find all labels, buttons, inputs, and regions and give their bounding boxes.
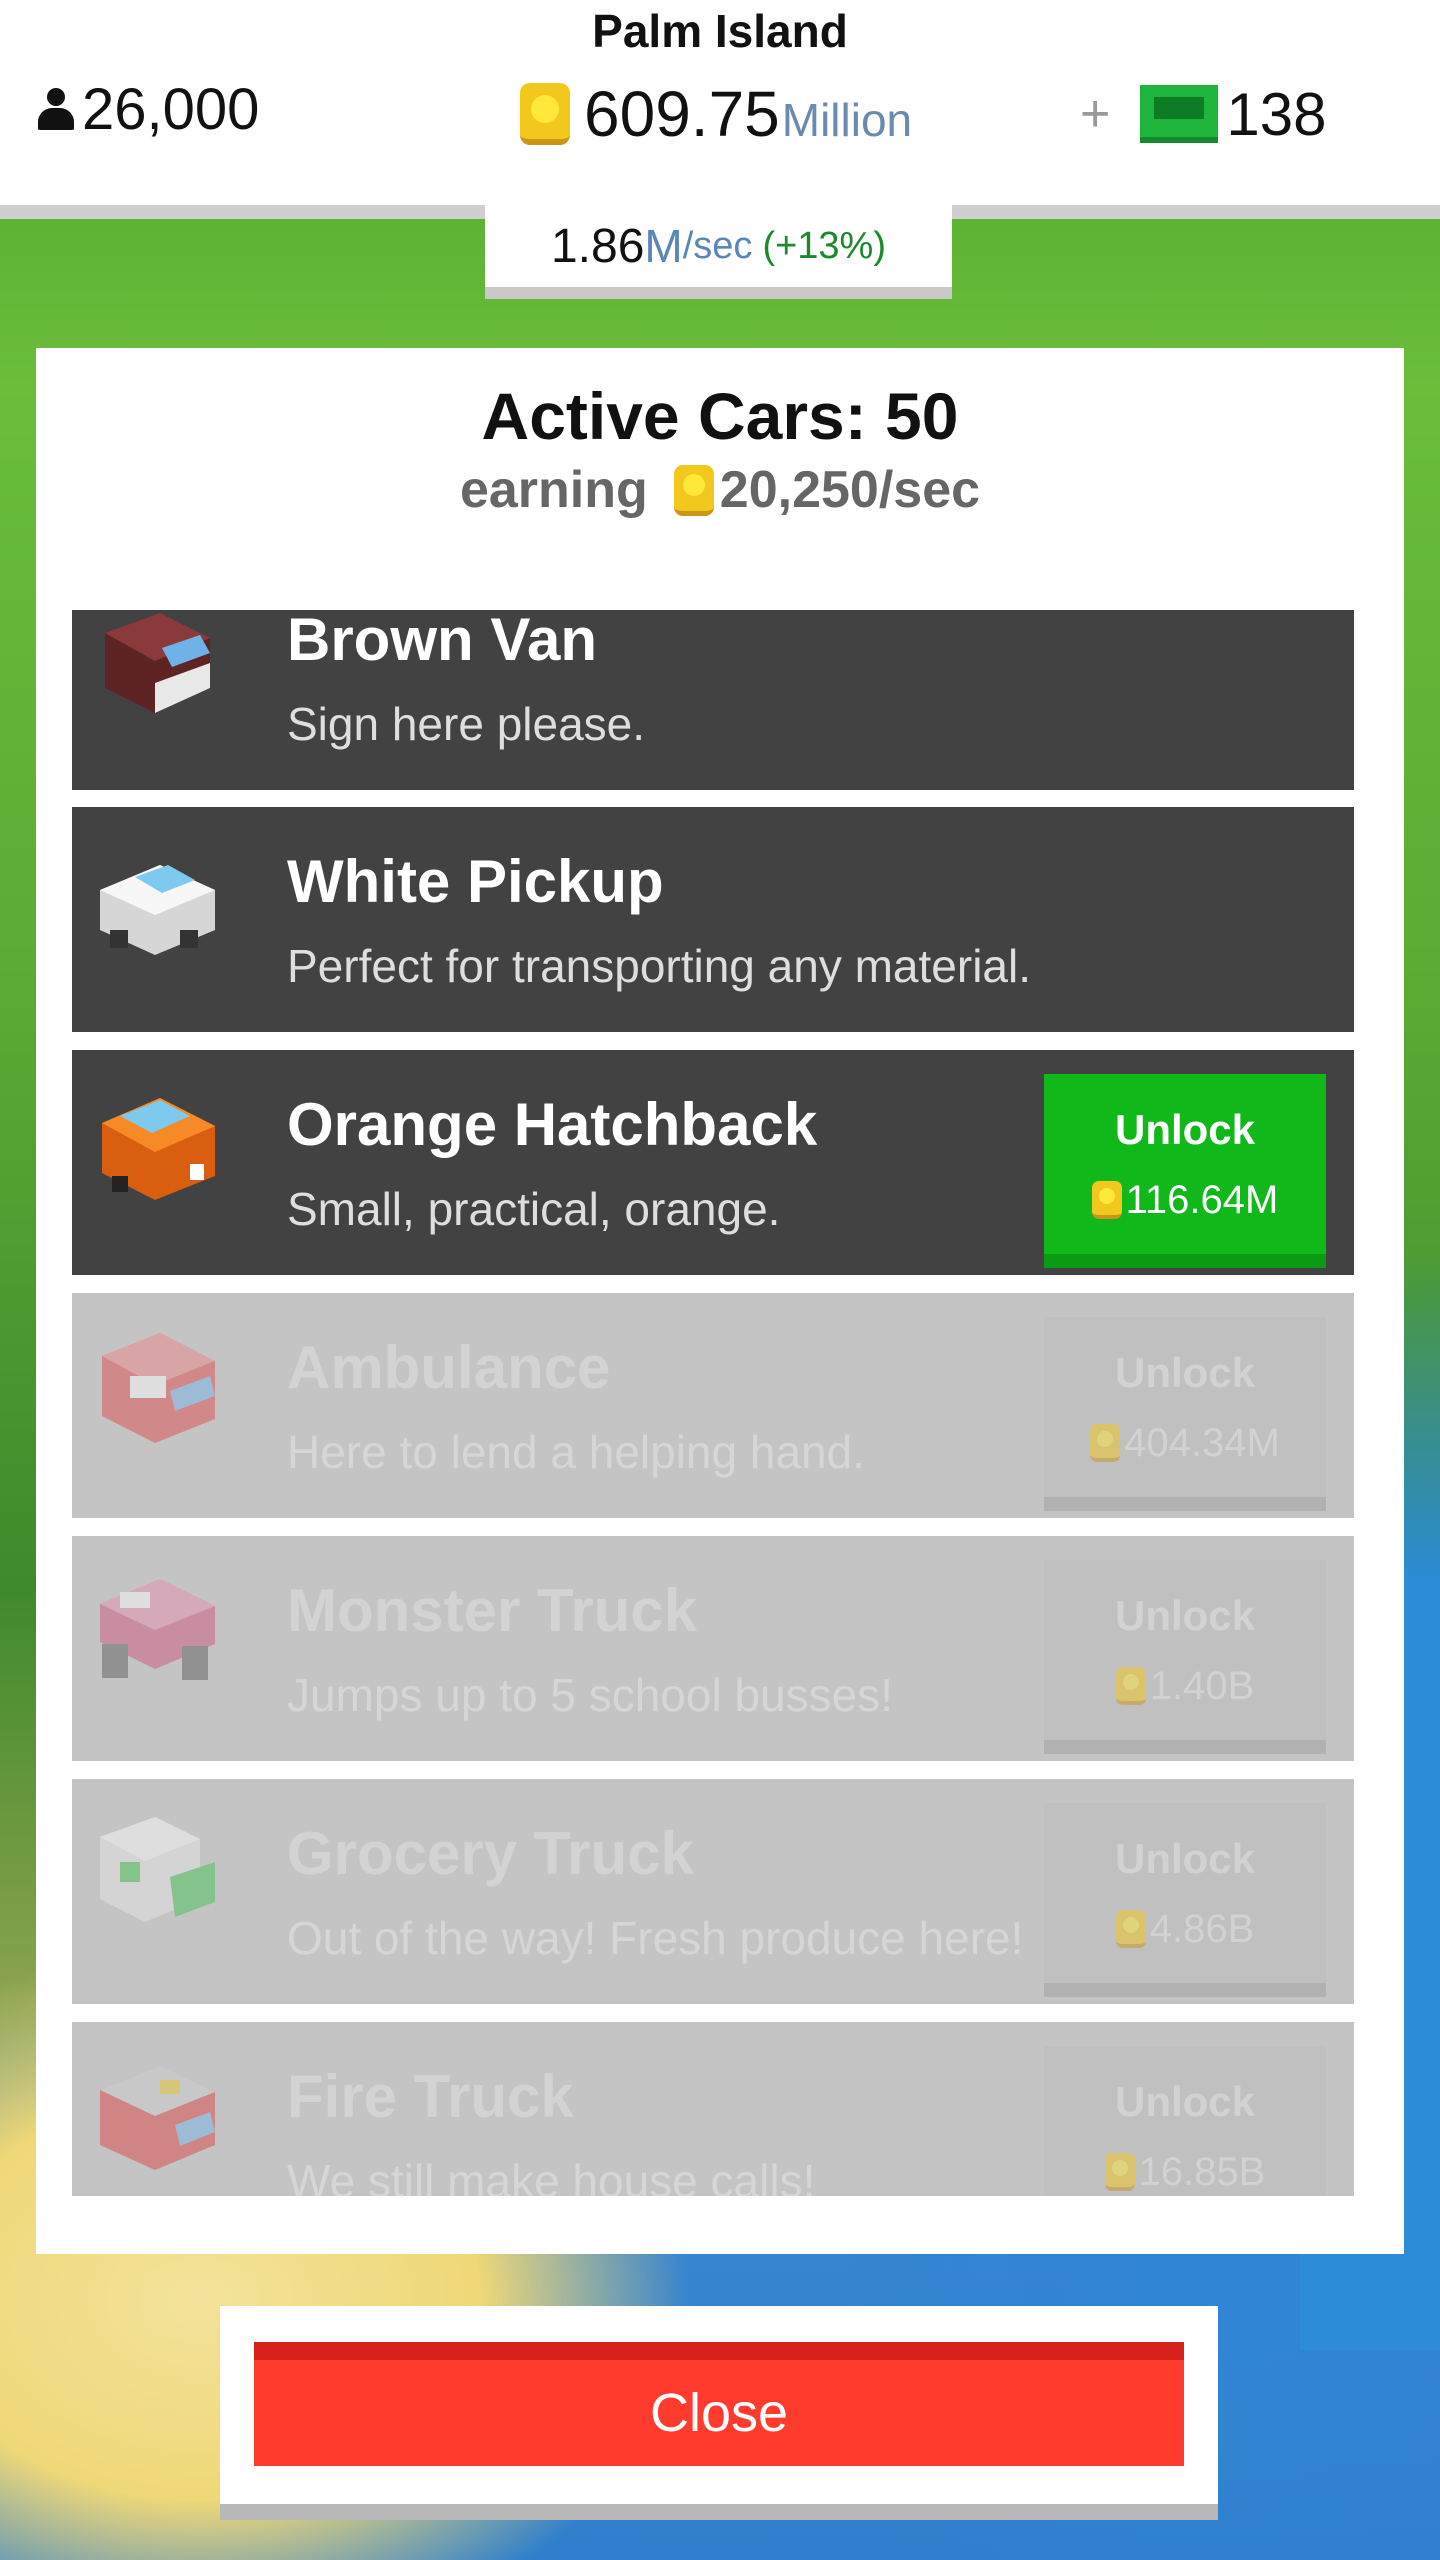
earning-label: earning	[459, 461, 648, 519]
population-value: 26,000	[82, 76, 260, 142]
car-row-brown-van[interactable]: Brown Van Sign here please.	[72, 610, 1354, 790]
coin-icon	[1104, 2153, 1135, 2191]
unlock-label: Unlock	[1114, 2077, 1256, 2125]
unlock-price: 116.64M	[1091, 1177, 1279, 1223]
car-description: Small, practical, orange.	[287, 1183, 781, 1235]
car-row-orange-hatchback[interactable]: Orange Hatchback Small, practical, orang…	[72, 1050, 1354, 1275]
unlock-price: 404.34M	[1090, 1421, 1280, 1466]
white-pickup-icon	[100, 865, 215, 955]
price-value: 4.86B	[1149, 1906, 1255, 1951]
money-counter: 609.75 Million	[520, 74, 912, 154]
unlock-button[interactable]: Unlock 404.34M	[1044, 1317, 1326, 1511]
fire-truck-icon	[100, 2065, 215, 2170]
car-description: Out of the way! Fresh produce here!	[287, 1912, 1024, 1964]
cash-icon	[1140, 85, 1219, 143]
price-value: 16.85B	[1138, 2149, 1266, 2194]
unlock-button[interactable]: Unlock 4.86B	[1044, 1803, 1326, 1997]
person-icon	[38, 86, 74, 132]
price-value: 1.40B	[1149, 1663, 1255, 1708]
monster-truck-icon	[100, 1579, 215, 1680]
car-name: Ambulance	[287, 1334, 611, 1401]
panel-title: Active Cars: 50	[481, 379, 959, 453]
cash-value: 138	[1226, 80, 1327, 148]
orange-hatchback-icon	[102, 1098, 215, 1200]
car-row-monster-truck[interactable]: Monster Truck Jumps up to 5 school busse…	[72, 1536, 1354, 1761]
unlock-price: 1.40B	[1115, 1663, 1255, 1709]
price-value: 404.34M	[1124, 1420, 1280, 1465]
unlock-button[interactable]: Unlock 1.40B	[1044, 1560, 1326, 1754]
coin-icon	[673, 464, 714, 516]
car-row-fire-truck[interactable]: Fire Truck We still make house calls! Un…	[72, 2022, 1354, 2196]
car-list[interactable]: Brown Van Sign here please. White Pickup…	[72, 610, 1354, 2196]
unlock-label: Unlock	[1114, 1591, 1256, 1639]
rate-per: /sec	[682, 224, 753, 267]
coin-icon	[1091, 1181, 1122, 1219]
coin-icon	[1090, 1424, 1121, 1462]
unlock-price: 16.85B	[1104, 2149, 1266, 2195]
unlock-label: Unlock	[1114, 1834, 1256, 1882]
car-name: Fire Truck	[287, 2063, 574, 2130]
unlock-label: Unlock	[1114, 1348, 1256, 1396]
earning-value: 20,250/sec	[719, 461, 981, 519]
brown-van-icon	[105, 613, 210, 713]
car-description: Perfect for transporting any material.	[287, 940, 1031, 992]
income-rate-tab: 1.86 M /sec (+13%)	[485, 205, 952, 299]
rate-bonus: (+13%)	[762, 224, 886, 267]
rate-unit: M	[644, 220, 683, 272]
close-button-frame: Close	[220, 2306, 1218, 2520]
unlock-button[interactable]: Unlock 16.85B	[1044, 2046, 1326, 2196]
car-name: Orange Hatchback	[287, 1091, 818, 1158]
car-name: White Pickup	[287, 848, 664, 915]
population-counter: 26,000	[38, 74, 259, 144]
car-description: Jumps up to 5 school busses!	[287, 1669, 893, 1721]
close-button[interactable]: Close	[254, 2342, 1184, 2466]
price-value: 116.64M	[1125, 1177, 1279, 1222]
grocery-truck-icon	[100, 1817, 215, 1922]
add-cash-button[interactable]: +	[1080, 84, 1110, 144]
car-row-grocery-truck[interactable]: Grocery Truck Out of the way! Fresh prod…	[72, 1779, 1354, 2004]
car-name: Brown Van	[287, 610, 598, 673]
unlock-price: 4.86B	[1115, 1906, 1255, 1952]
coin-icon	[1115, 1910, 1146, 1948]
earning-line: earning 20,250/sec	[36, 460, 1404, 520]
cash-counter[interactable]: + 138	[1080, 74, 1326, 154]
unlock-label: Unlock	[1114, 1105, 1256, 1153]
active-cars-panel: Active Cars: 50 earning 20,250/sec Brown…	[36, 348, 1404, 2254]
car-row-ambulance[interactable]: Ambulance Here to lend a helping hand. U…	[72, 1293, 1354, 1518]
top-hud: Palm Island 26,000 609.75 Million + 138	[0, 0, 1440, 219]
car-description: We still make house calls!	[287, 2155, 816, 2196]
island-name: Palm Island	[592, 5, 848, 57]
money-unit: Million	[781, 94, 913, 146]
coin-icon	[520, 83, 570, 145]
car-description: Sign here please.	[287, 698, 646, 750]
car-row-white-pickup[interactable]: White Pickup Perfect for transporting an…	[72, 807, 1354, 1032]
unlock-button[interactable]: Unlock 116.64M	[1044, 1074, 1326, 1268]
rate-value: 1.86	[550, 219, 645, 273]
ambulance-icon	[102, 1333, 215, 1443]
car-description: Here to lend a helping hand.	[287, 1426, 865, 1478]
car-name: Grocery Truck	[287, 1820, 694, 1887]
money-value: 609.75	[584, 78, 780, 150]
coin-icon	[1115, 1667, 1146, 1705]
car-name: Monster Truck	[287, 1577, 698, 1644]
